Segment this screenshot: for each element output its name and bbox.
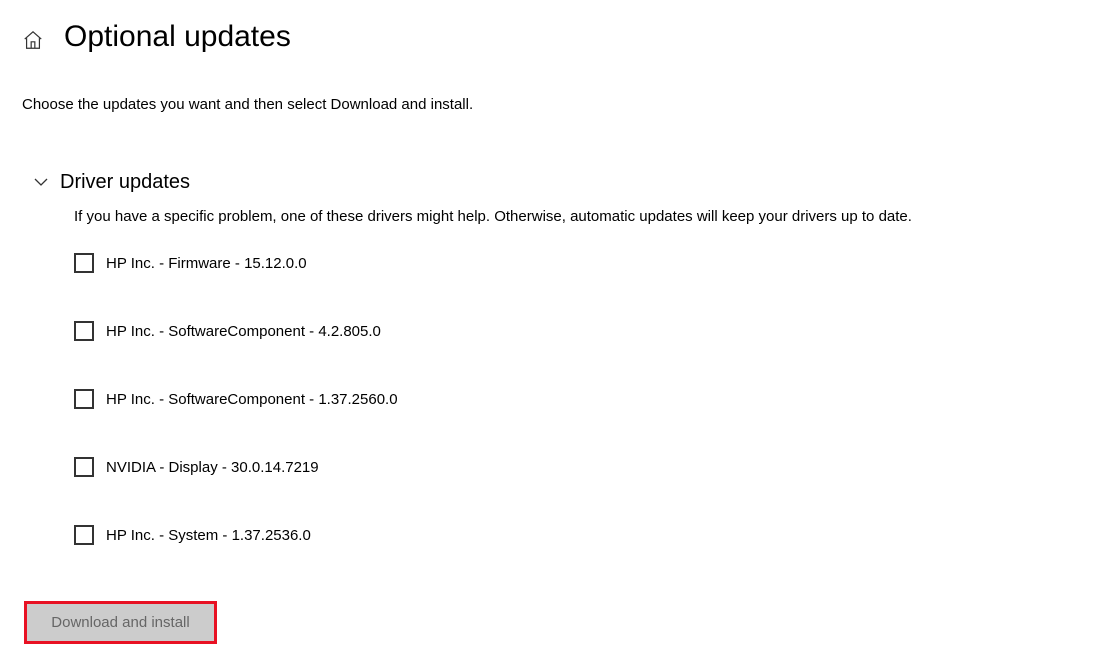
page-header: Optional updates — [22, 20, 1095, 54]
update-label: HP Inc. - Firmware - 15.12.0.0 — [106, 255, 307, 272]
list-item: HP Inc. - Firmware - 15.12.0.0 — [74, 253, 1095, 273]
instruction-text: Choose the updates you want and then sel… — [22, 96, 1095, 113]
update-checkbox[interactable] — [74, 321, 94, 341]
list-item: NVIDIA - Display - 30.0.14.7219 — [74, 457, 1095, 477]
list-item: HP Inc. - SoftwareComponent - 1.37.2560.… — [74, 389, 1095, 409]
update-label: HP Inc. - SoftwareComponent - 4.2.805.0 — [106, 323, 381, 340]
section-title: Driver updates — [60, 171, 190, 194]
list-item: HP Inc. - System - 1.37.2536.0 — [74, 525, 1095, 545]
update-list: HP Inc. - Firmware - 15.12.0.0 HP Inc. -… — [74, 253, 1095, 545]
update-checkbox[interactable] — [74, 253, 94, 273]
update-label: HP Inc. - SoftwareComponent - 1.37.2560.… — [106, 391, 398, 408]
page-title: Optional updates — [64, 20, 291, 54]
driver-updates-section: Driver updates If you have a specific pr… — [34, 171, 1095, 545]
home-icon[interactable] — [22, 29, 44, 51]
chevron-down-icon — [34, 176, 48, 190]
update-label: NVIDIA - Display - 30.0.14.7219 — [106, 459, 319, 476]
download-button-highlight: Download and install — [24, 601, 217, 644]
update-checkbox[interactable] — [74, 457, 94, 477]
section-description: If you have a specific problem, one of t… — [74, 208, 1095, 225]
section-toggle[interactable]: Driver updates — [34, 171, 1095, 194]
list-item: HP Inc. - SoftwareComponent - 4.2.805.0 — [74, 321, 1095, 341]
update-checkbox[interactable] — [74, 525, 94, 545]
update-label: HP Inc. - System - 1.37.2536.0 — [106, 527, 311, 544]
download-and-install-button[interactable]: Download and install — [27, 604, 214, 641]
update-checkbox[interactable] — [74, 389, 94, 409]
